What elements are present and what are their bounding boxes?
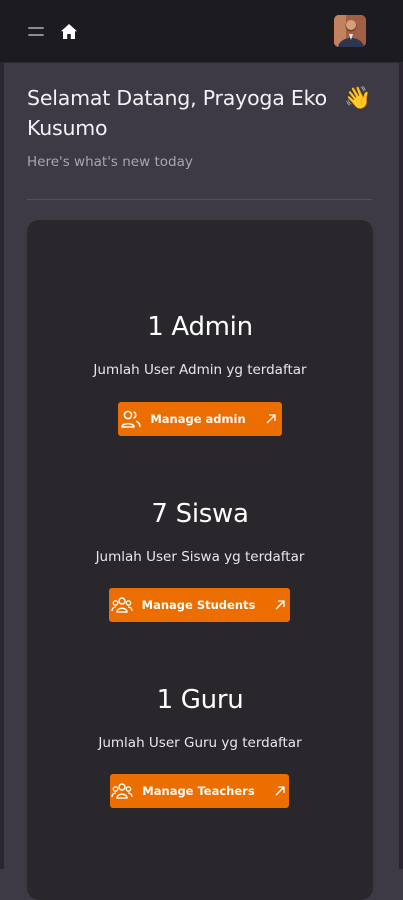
manage-admin-button[interactable]: Manage admin: [118, 402, 282, 436]
manage-students-label: Manage Students: [141, 598, 256, 612]
admin-count-title: 1 Admin: [147, 312, 253, 342]
top-navbar: [0, 0, 403, 63]
arrow-up-right-icon: [275, 600, 286, 610]
waving-hand-emoji: 👋: [344, 86, 372, 111]
students-count-description: Jumlah User Siswa yg terdaftar: [95, 549, 305, 565]
user-stats-card: 1 Admin Jumlah User Admin yg terdaftar M…: [27, 220, 373, 900]
manage-admin-label: Manage admin: [150, 412, 246, 426]
manage-students-button[interactable]: Manage Students: [109, 588, 290, 622]
admin-count-description: Jumlah User Admin yg terdaftar: [93, 362, 307, 378]
users-icon: [121, 410, 142, 428]
user-avatar[interactable]: [334, 15, 366, 47]
teachers-count-description: Jumlah User Guru yg terdaftar: [98, 735, 302, 751]
user-group-icon: [110, 597, 133, 613]
home-icon[interactable]: [60, 23, 78, 40]
user-group-icon: [111, 783, 133, 799]
manage-teachers-button[interactable]: Manage Teachers: [110, 774, 289, 808]
arrow-up-right-icon: [266, 414, 276, 424]
avatar-portrait-image: [334, 15, 366, 47]
teachers-count-title: 1 Guru: [156, 685, 244, 715]
welcome-heading: Selamat Datang, Prayoga Eko Kusumo: [27, 86, 327, 140]
students-count-title: 7 Siswa: [151, 499, 249, 529]
hamburger-menu-icon[interactable]: [28, 26, 44, 38]
manage-teachers-label: Manage Teachers: [142, 784, 255, 798]
admin-stat: 1 Admin Jumlah User Admin yg terdaftar: [27, 310, 373, 378]
section-divider: [27, 199, 372, 200]
students-stat: 7 Siswa Jumlah User Siswa yg terdaftar: [27, 497, 373, 565]
arrow-up-right-icon: [275, 786, 285, 796]
welcome-subtitle: Here's what's new today: [27, 154, 193, 170]
teachers-stat: 1 Guru Jumlah User Guru yg terdaftar: [27, 683, 373, 751]
